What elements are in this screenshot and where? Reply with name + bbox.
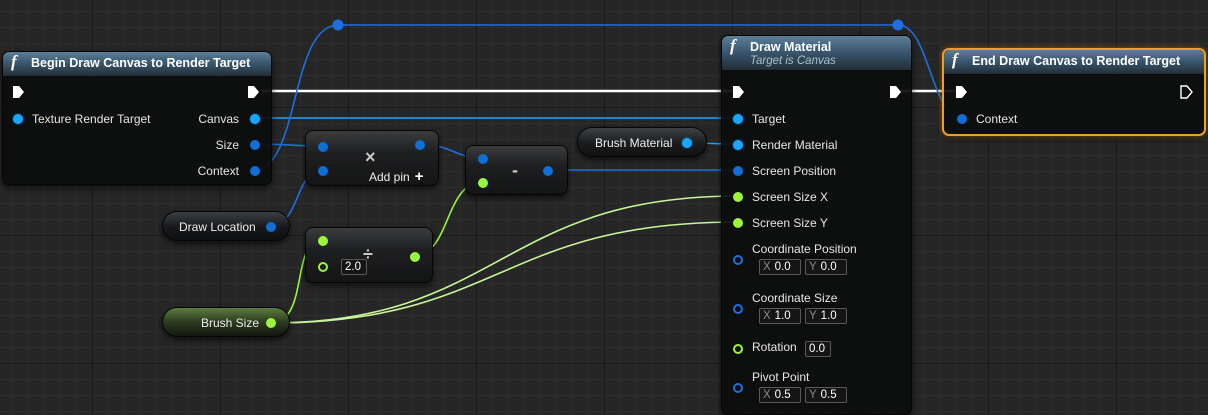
variable-label: Brush Material bbox=[595, 136, 673, 150]
multiply-node[interactable]: × Add pin + bbox=[305, 130, 439, 186]
exec-in-pin[interactable] bbox=[955, 85, 968, 99]
render-material-pin[interactable] bbox=[733, 140, 743, 150]
pin-label: Pivot Point bbox=[752, 370, 810, 384]
canvas-out-pin[interactable] bbox=[250, 114, 260, 124]
multiply-in-a-pin[interactable] bbox=[318, 142, 328, 152]
add-pin-button[interactable]: Add pin + bbox=[369, 168, 423, 185]
node-header: f Begin Draw Canvas to Render Target bbox=[3, 52, 271, 77]
pin-label: Rotation bbox=[752, 340, 797, 354]
pin-label: Context bbox=[976, 112, 1018, 126]
divide-icon: ÷ bbox=[363, 244, 373, 264]
divide-node[interactable]: 2.0 ÷ bbox=[305, 227, 433, 283]
pin-label: Target bbox=[752, 112, 786, 126]
divide-in-a-pin[interactable] bbox=[318, 236, 328, 246]
brush-size-variable[interactable]: Brush Size bbox=[162, 307, 290, 337]
variable-label: Draw Location bbox=[179, 220, 256, 234]
context-in-pin[interactable] bbox=[957, 114, 967, 124]
node-title: Begin Draw Canvas to Render Target bbox=[31, 56, 251, 70]
divide-in-b-pin[interactable] bbox=[318, 262, 328, 272]
variable-label: Brush Size bbox=[201, 316, 260, 330]
target-pin[interactable] bbox=[733, 114, 743, 124]
multiply-out-pin[interactable] bbox=[415, 140, 425, 150]
size-out-pin[interactable] bbox=[250, 140, 260, 150]
subtract-node[interactable]: - bbox=[465, 145, 568, 195]
exec-out-pin[interactable] bbox=[247, 85, 260, 99]
reroute-knot-left[interactable] bbox=[332, 19, 344, 31]
multiply-in-b-pin[interactable] bbox=[318, 166, 328, 176]
reroute-knot-right[interactable] bbox=[892, 19, 904, 31]
brush-material-variable[interactable]: Brush Material bbox=[577, 127, 707, 157]
coordinate-position-pin[interactable] bbox=[733, 255, 743, 265]
function-icon: f bbox=[11, 52, 17, 71]
function-icon: f bbox=[952, 50, 958, 69]
draw-location-variable[interactable]: Draw Location bbox=[162, 211, 290, 241]
context-out-pin[interactable] bbox=[250, 166, 260, 176]
pivot-point-y-field[interactable]: Y 0.5 bbox=[805, 387, 847, 403]
screen-size-y-pin[interactable] bbox=[733, 218, 743, 228]
node-title: End Draw Canvas to Render Target bbox=[972, 54, 1181, 68]
pin-label: Size bbox=[215, 138, 239, 152]
node-header: f Draw Material Target is Canvas bbox=[722, 36, 911, 71]
pin-label: Screen Size Y bbox=[752, 216, 828, 230]
pin-label: Screen Size X bbox=[752, 190, 829, 204]
coordinate-position-y-field[interactable]: Y 0.0 bbox=[805, 259, 847, 275]
plus-icon: + bbox=[414, 168, 424, 185]
node-title: Draw Material bbox=[750, 40, 832, 54]
node-subtitle: Target is Canvas bbox=[750, 55, 836, 67]
subtract-out-pin[interactable] bbox=[543, 166, 553, 176]
subtract-in-b-pin[interactable] bbox=[478, 178, 488, 188]
screen-size-x-pin[interactable] bbox=[733, 192, 743, 202]
end-draw-canvas-node[interactable]: f End Draw Canvas to Render Target Conte… bbox=[942, 48, 1206, 136]
function-icon: f bbox=[730, 36, 736, 55]
node-header: f End Draw Canvas to Render Target bbox=[944, 50, 1204, 75]
pivot-point-x-field[interactable]: X 0.5 bbox=[759, 387, 801, 403]
rotation-pin[interactable] bbox=[733, 344, 743, 354]
exec-in-pin[interactable] bbox=[12, 85, 25, 99]
brush-size-out-pin[interactable] bbox=[266, 318, 276, 328]
pivot-point-pin[interactable] bbox=[733, 383, 743, 393]
coordinate-size-y-field[interactable]: Y 1.0 bbox=[805, 308, 847, 324]
divide-out-pin[interactable] bbox=[410, 252, 420, 262]
pin-label: Coordinate Position bbox=[752, 242, 857, 256]
pin-label: Screen Position bbox=[752, 164, 837, 178]
texture-render-target-pin[interactable] bbox=[13, 114, 23, 124]
pin-label: Render Material bbox=[752, 138, 838, 152]
draw-material-node[interactable]: f Draw Material Target is Canvas Target … bbox=[721, 35, 912, 415]
add-pin-label: Add pin bbox=[369, 170, 410, 184]
exec-out-pin[interactable] bbox=[889, 85, 902, 99]
pin-label: Coordinate Size bbox=[752, 291, 838, 305]
rotation-field[interactable]: 0.0 bbox=[805, 341, 831, 357]
coordinate-size-pin[interactable] bbox=[733, 304, 743, 314]
subtract-in-a-pin[interactable] bbox=[478, 154, 488, 164]
brush-material-out-pin[interactable] bbox=[682, 138, 692, 148]
subtract-icon: - bbox=[512, 160, 518, 180]
coordinate-position-x-field[interactable]: X 0.0 bbox=[759, 259, 801, 275]
pin-label: Canvas bbox=[198, 112, 239, 126]
begin-draw-canvas-node[interactable]: f Begin Draw Canvas to Render Target Tex… bbox=[2, 51, 272, 185]
exec-out-pin[interactable] bbox=[1180, 85, 1193, 99]
coordinate-size-x-field[interactable]: X 1.0 bbox=[759, 308, 801, 324]
draw-location-out-pin[interactable] bbox=[266, 222, 276, 232]
screen-position-pin[interactable] bbox=[733, 166, 743, 176]
pin-label: Texture Render Target bbox=[32, 112, 151, 126]
pin-label: Context bbox=[197, 164, 239, 178]
exec-in-pin[interactable] bbox=[732, 85, 745, 99]
multiply-icon: × bbox=[365, 147, 376, 167]
